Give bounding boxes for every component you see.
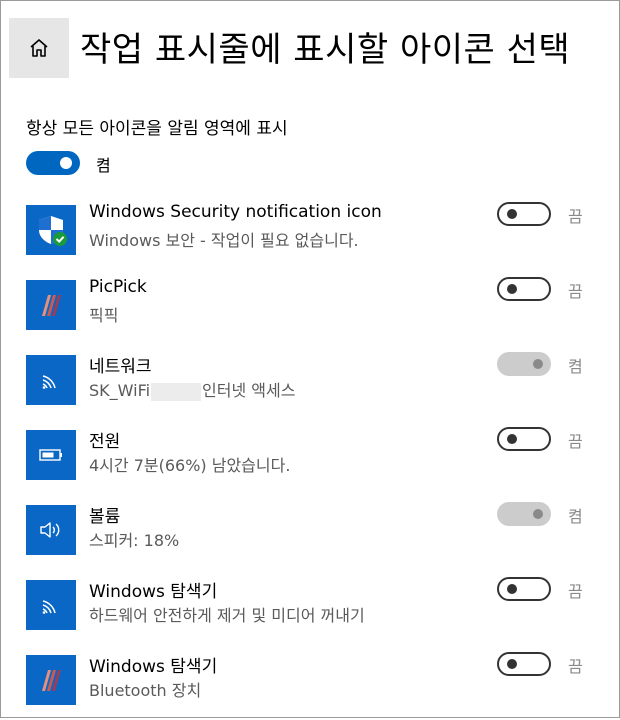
explorer-bluetooth-toggle[interactable]: [497, 652, 551, 676]
toggle-state-label: 끔: [568, 432, 583, 451]
list-item-network: 네트워크 SK_WiFi 인터넷 액세스 켬: [0, 350, 620, 420]
toggle-knob: [533, 359, 543, 369]
list-item-explorer-bluetooth: Windows 탐색기 Bluetooth 장치 끔: [0, 650, 620, 720]
app-status: 픽픽: [89, 306, 119, 325]
battery-icon: [26, 430, 76, 480]
app-status: Windows 보안 - 작업이 필요 없습니다.: [89, 231, 359, 250]
app-name: Windows Security notification icon: [89, 202, 382, 222]
toggle-state-label: 끔: [568, 207, 583, 226]
toggle-state-label: 끔: [568, 582, 583, 601]
app-status: 스피커: 18%: [89, 531, 180, 550]
home-icon: [30, 39, 48, 57]
list-item-windows-security: Windows Security notification icon Windo…: [0, 200, 620, 270]
app-status: 4시간 7분(66%) 남았습니다.: [89, 456, 291, 475]
app-status: 하드웨어 안전하게 제거 및 미디어 꺼내기: [89, 606, 365, 625]
list-item-power: 전원 4시간 7분(66%) 남았습니다. 끔: [0, 425, 620, 495]
network-ssid: SK_WiFi: [89, 381, 151, 400]
volume-toggle[interactable]: [497, 502, 551, 526]
app-name: 네트워크: [89, 357, 152, 377]
shield-check-icon: [26, 205, 76, 255]
list-item-explorer-eject: Windows 탐색기 하드웨어 안전하게 제거 및 미디어 꺼내기 끔: [0, 575, 620, 645]
toggle-knob: [507, 659, 517, 669]
show-all-icons-state: 켬: [96, 156, 111, 175]
windows-security-toggle[interactable]: [497, 202, 551, 226]
toggle-state-label: 켬: [568, 357, 583, 376]
toggle-state-label: 끔: [568, 657, 583, 676]
app-name: PicPick: [89, 277, 147, 297]
app-status: Bluetooth 장치: [89, 681, 202, 700]
app-status: SK_WiFi 인터넷 액세스: [89, 377, 295, 401]
picpick-toggle[interactable]: [497, 277, 551, 301]
toggle-knob: [507, 434, 517, 444]
wifi-icon: [26, 355, 76, 405]
toggle-knob: [533, 509, 543, 519]
explorer-eject-toggle[interactable]: [497, 577, 551, 601]
toggle-knob: [507, 209, 517, 219]
redacted-block: [151, 382, 202, 401]
usb-eject-icon: [26, 580, 76, 630]
toggle-knob: [507, 284, 517, 294]
toggle-state-label: 켬: [568, 507, 583, 526]
list-item-picpick: PicPick 픽픽 끔: [0, 275, 620, 345]
picpick-icon: [26, 280, 76, 330]
show-all-icons-label: 항상 모든 아이콘을 알림 영역에 표시: [26, 119, 288, 139]
app-name: Windows 탐색기: [89, 582, 218, 602]
show-all-icons-toggle[interactable]: [26, 151, 80, 175]
network-toggle[interactable]: [497, 352, 551, 376]
page-title: 작업 표시줄에 표시할 아이콘 선택: [80, 30, 571, 70]
speaker-icon: [26, 505, 76, 555]
toggle-knob: [60, 157, 72, 169]
app-name: 볼륨: [89, 507, 121, 527]
toggle-knob: [507, 584, 517, 594]
picpick-icon: [26, 655, 76, 705]
list-item-volume: 볼륨 스피커: 18% 켬: [0, 500, 620, 570]
app-name: 전원: [89, 432, 121, 452]
power-toggle[interactable]: [497, 427, 551, 451]
app-name: Windows 탐색기: [89, 657, 218, 677]
network-status: 인터넷 액세스: [202, 381, 296, 400]
home-button[interactable]: [9, 18, 69, 78]
toggle-state-label: 끔: [568, 282, 583, 301]
